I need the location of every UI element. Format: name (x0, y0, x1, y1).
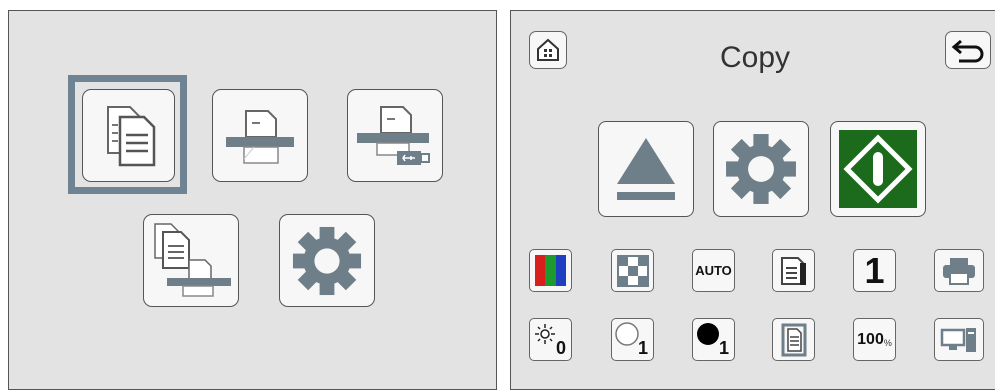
page-layout-button[interactable] (772, 318, 815, 361)
start-icon (839, 130, 917, 208)
copies-count: 1 (864, 249, 885, 291)
main-menu-panel (8, 10, 497, 390)
copies-button[interactable]: 1 (853, 249, 896, 292)
gear-icon (292, 226, 362, 295)
copy-scan-icon (154, 222, 231, 297)
brightness-value: 0 (555, 338, 566, 358)
duplex-button[interactable] (772, 249, 815, 292)
eject-icon (617, 138, 675, 200)
gear-icon (726, 134, 796, 204)
copy-button[interactable] (82, 89, 175, 182)
duplex-icon (780, 256, 806, 285)
contrast-dark-icon (697, 323, 719, 345)
copy-settings-button[interactable] (713, 121, 809, 217)
auto-label: AUTO (695, 263, 732, 278)
zoom-button[interactable]: 100 % (853, 318, 896, 361)
brightness-icon (535, 324, 555, 344)
settings-button[interactable] (279, 214, 375, 307)
start-button[interactable] (830, 121, 926, 217)
page-title: Copy (719, 41, 791, 74)
color-mode-icon (535, 255, 566, 286)
zoom-value: 100 (857, 330, 884, 348)
page-layout-icon (781, 323, 806, 356)
scan-icon (226, 109, 294, 164)
brightness-button[interactable]: 0 (529, 318, 572, 361)
back-arrow-icon (951, 39, 984, 63)
contrast-light-value: 1 (637, 338, 648, 358)
quality-grid-icon (616, 254, 649, 287)
auto-button[interactable]: AUTO (692, 249, 735, 292)
contrast-light-button[interactable]: 1 (611, 318, 654, 361)
quality-button[interactable] (611, 249, 654, 292)
printer-button[interactable] (934, 249, 984, 292)
copy-screen-panel: Copy AUTO 1 0 1 1 100 % (510, 10, 995, 390)
zoom-suffix: % (883, 337, 892, 348)
copy-icon (106, 105, 155, 166)
scan-to-usb-button[interactable] (347, 89, 443, 182)
scan-to-usb-icon (357, 105, 430, 165)
device-button[interactable] (934, 318, 984, 361)
color-mode-button[interactable] (529, 249, 572, 292)
contrast-dark-button[interactable]: 1 (692, 318, 735, 361)
device-icon (940, 327, 976, 352)
back-button[interactable] (945, 31, 991, 69)
scan-button[interactable] (212, 89, 308, 182)
eject-button[interactable] (598, 121, 694, 217)
printer-icon (943, 257, 975, 285)
copy-scan-button[interactable] (143, 214, 239, 307)
contrast-light-icon (615, 322, 639, 346)
contrast-dark-value: 1 (718, 338, 729, 358)
